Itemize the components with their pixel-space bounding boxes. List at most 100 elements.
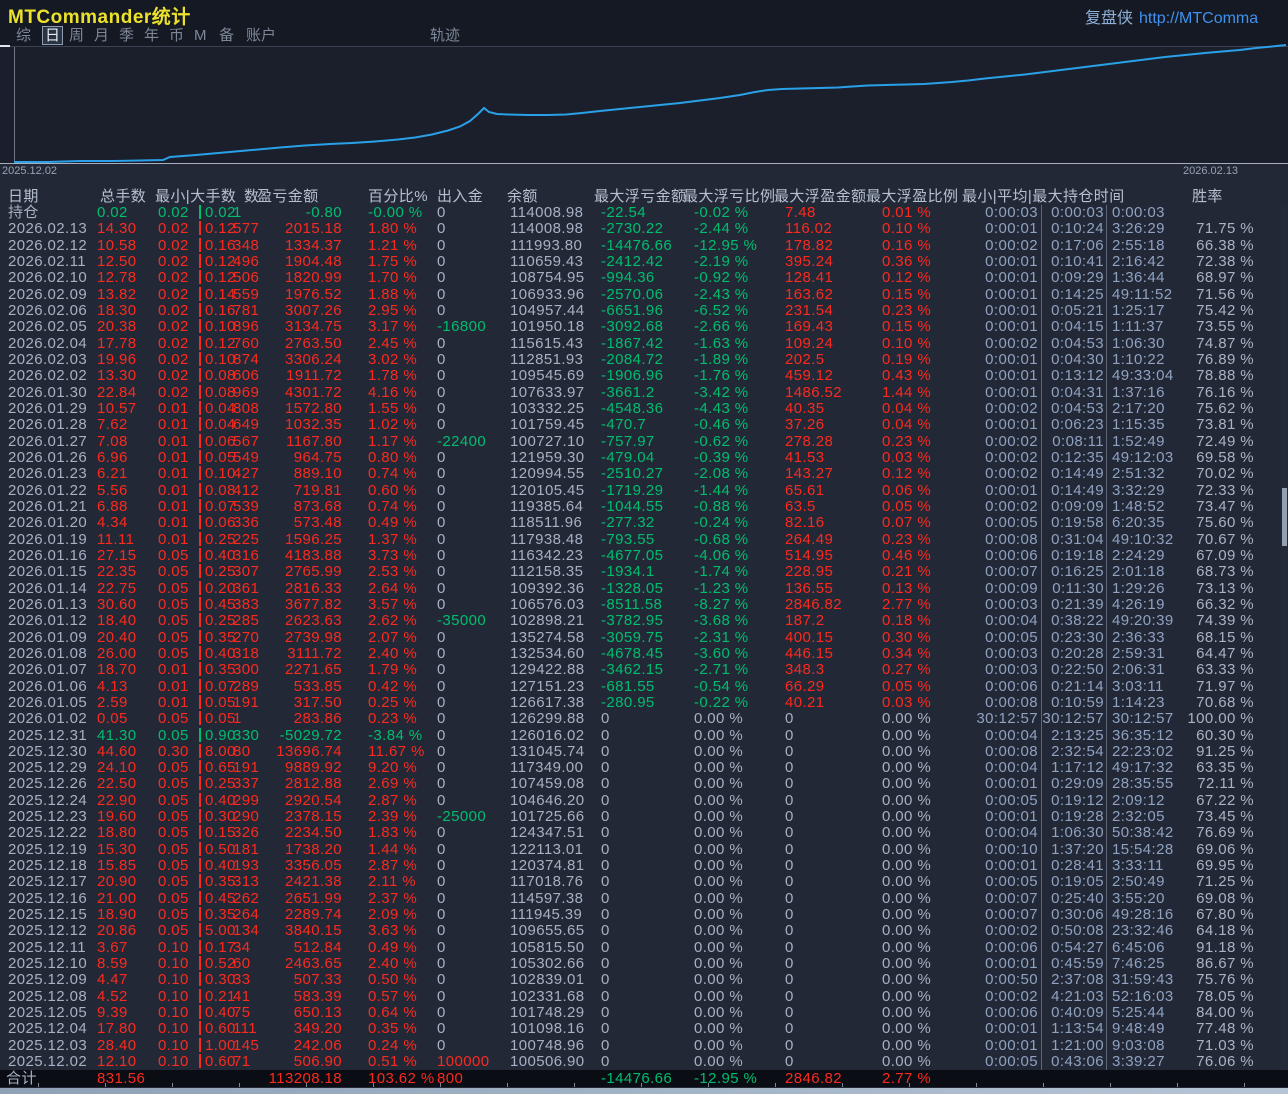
table-row[interactable]: 2025.12.30 44.60 0.30 8.00 80 13696.74 11.67 %… [0,743,1288,761]
brand-link[interactable]: 复盘侠 http://MTComma [1085,4,1258,28]
table-row[interactable]: 2026.01.05 2.59 0.01 0.05 191 317.50 0.25 % 0 12… [0,694,1288,712]
table-row[interactable]: 2025.12.02 12.10 0.10 0.60 71 506.90 0.51 % 100… [0,1053,1288,1071]
table-row[interactable]: 2025.12.22 18.80 0.05 0.15 326 2234.50 1.83 % 0… [0,825,1288,842]
table-row[interactable]: 2026.01.30 22.84 0.02 0.08 969 4301.72 4.16 % 0… [0,384,1288,401]
header-cell[interactable]: 日期 [8,188,39,205]
cell-min-hold-time: 0:00:02 [985,399,1038,417]
table-row[interactable]: 2026.02.03 19.96 0.02 0.10 874 3306.24 3.02 % 0… [0,351,1288,369]
table-row[interactable]: 2026.01.27 7.08 0.01 0.06 567 1167.80 1.17 % -2… [0,432,1288,450]
table-row[interactable]: 2026.02.09 13.82 0.02 0.14 559 1976.52 1.88 % 0… [0,285,1288,303]
brand-url[interactable]: http://MTComma [1139,10,1258,27]
cell-max-float-loss-pct: -0.62 % [694,432,749,450]
table-row[interactable]: 2026.01.12 18.40 0.05 0.25 285 2623.63 2.62 % -… [0,612,1288,630]
cell-max-float-profit-pct: 0.36 % [882,252,932,270]
table-row[interactable]: 持仓 0.02 0.02 0.02 1 -0.80 -0.00 % 0 114008.98 -22… [0,204,1288,222]
header-cell[interactable]: 总手数 [100,188,146,205]
table-row[interactable]: 2025.12.31 41.30 0.05 0.90 330 -5029.72 -3.84 … [0,726,1288,744]
table-row[interactable]: 2026.01.06 4.13 0.01 0.07 289 533.85 0.42 % 0 12… [0,677,1288,695]
cell-pl-amount: 1976.52 [284,285,342,303]
tab-item-9[interactable]: 账户 [244,27,278,44]
header-cell[interactable]: 最大浮盈比例 [866,188,958,205]
table-row[interactable]: 2025.12.11 3.67 0.10 0.17 34 512.84 0.49 % 0 105… [0,939,1288,957]
table-row[interactable]: 2026.01.14 22.75 0.05 0.20 361 2816.33 2.64 % 0… [0,580,1288,597]
table-row[interactable]: 2025.12.15 18.90 0.05 0.35 264 2289.74 2.09 % 0… [0,906,1288,924]
table-row[interactable]: 2026.01.07 18.70 0.01 0.35 300 2271.65 1.79 % 0… [0,661,1288,679]
header-cell[interactable]: 最大浮亏金额 [594,188,686,205]
table-row[interactable]: 2026.01.15 22.35 0.05 0.25 307 2765.99 2.53 % 0… [0,563,1288,581]
cell-pl-pct: 0.51 % [368,1053,418,1071]
header-cell[interactable]: 百分比% [368,188,428,205]
table-row[interactable]: 2025.12.26 22.50 0.05 0.25 337 2812.88 2.69 % 0… [0,776,1288,793]
header-cell[interactable]: 最小|平均|最大持仓时间 [962,188,1125,205]
table-row[interactable]: 2025.12.09 4.47 0.10 0.30 33 507.33 0.50 % 0 102… [0,972,1288,989]
table-row[interactable]: 2025.12.05 9.39 0.10 0.40 75 650.13 0.64 % 0 101… [0,1004,1288,1022]
table-row[interactable]: 2026.02.10 12.78 0.02 0.12 506 1820.99 1.70 % 0… [0,269,1288,287]
tick [440,1083,441,1087]
table-row[interactable]: 2025.12.16 21.00 0.05 0.45 262 2651.99 2.37 % 0… [0,890,1288,908]
cell-max-float-profit-pct: 0.00 % [882,987,932,1005]
cell-win-rate: 63.33 % [1196,661,1254,679]
table-row[interactable]: 2025.12.19 15.30 0.05 0.50 181 1738.20 1.44 % 0… [0,841,1288,859]
table-row[interactable]: 2026.02.02 13.30 0.02 0.08 606 1911.72 1.78 % 0… [0,367,1288,385]
table-row[interactable]: 2025.12.23 19.60 0.05 0.30 290 2378.15 2.39 % -… [0,808,1288,826]
table-row[interactable]: 2026.01.16 27.15 0.05 0.40 316 4183.88 3.73 % 0… [0,546,1288,565]
tab-item-1[interactable]: 日 [42,26,64,45]
table-row[interactable]: 2026.01.20 4.34 0.01 0.06 336 573.48 0.49 % 0 11… [0,514,1288,532]
cell-avg-hold-time: 0:16:25 [1051,563,1104,581]
table-row[interactable]: 2026.01.21 6.88 0.01 0.07 539 873.68 0.74 % 0 11… [0,497,1288,516]
header-cell[interactable]: 盈亏金额 [257,188,319,205]
cell-avg-hold-time: 0:14:25 [1051,285,1104,303]
cell-date: 2026.01.07 [8,661,88,679]
table-row[interactable]: 2026.02.05 20.38 0.02 0.10 896 3134.75 3.17 % -… [0,318,1288,336]
header-cell[interactable]: 最大浮盈金额 [774,188,866,205]
table-row[interactable]: 2025.12.08 4.52 0.10 0.21 41 583.39 0.57 % 0 102… [0,987,1288,1006]
table-row[interactable]: 2025.12.10 8.59 0.10 0.52 60 2463.65 2.40 % 0 10… [0,955,1288,973]
cell-max-float-loss: -470.7 [601,416,646,434]
table-row[interactable]: 2025.12.03 28.40 0.10 1.00 145 242.06 0.24 % 0 1… [0,1037,1288,1055]
tab-item-0[interactable]: 综 [14,27,33,44]
cell-pl-pct: 1.88 % [368,285,418,303]
table-row[interactable]: 2026.01.28 7.62 0.01 0.04 649 1032.35 1.02 % 0 1… [0,416,1288,434]
table-row[interactable]: 2026.01.29 10.57 0.01 0.04 808 1572.80 1.55 % 0… [0,399,1288,418]
cell-total-lots: 6.88 [97,497,128,515]
table-row[interactable]: 2026.01.13 30.60 0.05 0.45 383 3677.82 3.57 % 0… [0,596,1288,614]
tab-item-2[interactable]: 周 [67,27,86,44]
table-row[interactable]: 2025.12.12 20.86 0.05 5.00 134 3840.15 3.63 % 0… [0,923,1288,940]
table-row[interactable]: 2025.12.18 15.85 0.05 0.40 193 3356.05 2.87 % 0… [0,857,1288,875]
table-row[interactable]: 2025.12.29 24.10 0.05 0.65 191 9889.92 9.20 % 0… [0,759,1288,777]
table-row[interactable]: 2026.01.09 20.40 0.05 0.35 270 2739.98 2.07 % 0… [0,629,1288,646]
table-row[interactable]: 2025.12.17 20.90 0.05 0.35 313 2421.38 2.11 % 0… [0,874,1288,891]
time-divider [1106,907,1107,924]
header-cell[interactable]: 出入金 [437,188,483,205]
table-row[interactable]: 2026.02.11 12.50 0.02 0.12 496 1904.48 1.75 % 0… [0,252,1288,271]
scrollbar-thumb[interactable] [1282,488,1287,546]
tab-item-7[interactable]: M [192,27,209,44]
cell-date: 2026.01.06 [8,677,88,695]
tab-item-6[interactable]: 币 [167,27,186,44]
table-row[interactable]: 2026.02.04 17.78 0.02 0.12 760 2763.50 2.45 % 0… [0,335,1288,352]
scrollbar[interactable] [1281,206,1288,1070]
table-row[interactable]: 2026.01.19 11.11 0.01 0.25 225 1596.25 1.37 % 0… [0,531,1288,548]
tab-item-8[interactable]: 备 [217,27,236,44]
table-row[interactable]: 2026.02.06 18.30 0.02 0.16 781 3007.26 2.95 % 0… [0,302,1288,320]
table-row[interactable]: 2025.12.04 17.80 0.10 0.60 111 349.20 0.35 % 0 1… [0,1020,1288,1038]
table-row[interactable]: 2026.01.26 6.96 0.01 0.05 549 964.75 0.80 % 0 12… [0,449,1288,467]
tab-item-3[interactable]: 月 [92,27,111,44]
table-row[interactable]: 2026.02.13 14.30 0.02 0.12 577 2015.18 1.80 % 0… [0,220,1288,238]
table-row[interactable]: 2026.01.02 0.05 0.05 0.05 1 283.86 0.23 % 0 1262… [0,710,1288,728]
header-cell[interactable]: 余额 [507,188,538,205]
header-cell[interactable]: 最大浮亏比例 [683,188,775,205]
table-row[interactable]: 2026.01.08 26.00 0.05 0.40 318 3111.72 2.40 % 0… [0,645,1288,663]
table-row[interactable]: 2026.01.22 5.56 0.01 0.08 412 719.81 0.60 % 0 12… [0,482,1288,499]
table-row[interactable]: 2026.01.23 6.21 0.01 0.10 427 889.10 0.74 % 0 12… [0,465,1288,483]
tab-item-5[interactable]: 年 [142,27,161,44]
tab-item-10[interactable]: 轨迹 [428,27,462,44]
cell-pl-amount: 4183.88 [284,546,342,564]
tab-item-4[interactable]: 季 [117,27,136,44]
header-cell[interactable]: 最小|大手数 [155,188,236,205]
cell-min-hold-time: 0:00:04 [985,726,1038,744]
table-row[interactable]: 2025.12.24 22.90 0.05 0.40 299 2920.54 2.87 % 0… [0,792,1288,810]
header-cell[interactable]: 胜率 [1192,188,1223,205]
cell-max-float-loss-pct: 0.00 % [694,1020,744,1038]
table-row[interactable]: 2026.02.12 10.58 0.02 0.16 348 1334.37 1.21 % 0… [0,237,1288,254]
